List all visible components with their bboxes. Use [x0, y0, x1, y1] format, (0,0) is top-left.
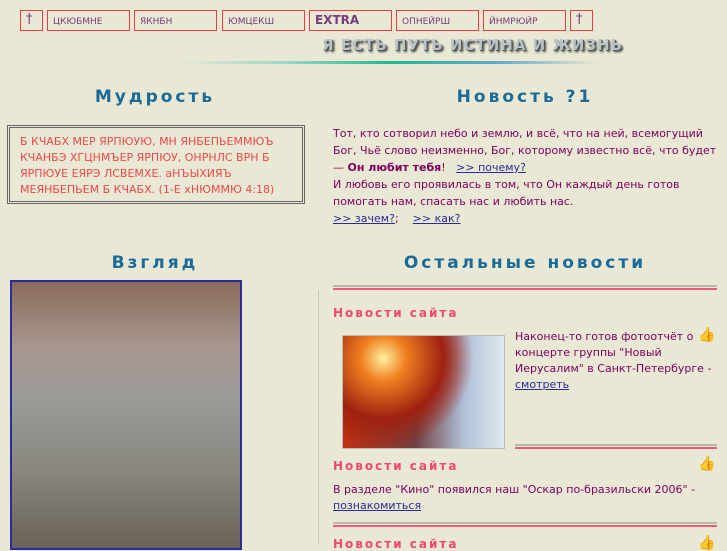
news1-bold: Он любит тебя [347, 161, 442, 174]
other-news-title: Остальные новости [403, 253, 647, 273]
news-item: В разделе "Кино" появился наш "Оскар по-… [333, 482, 717, 514]
news1-text2: И любовь его проявилась в том, что Он ка… [333, 178, 680, 208]
banner-logo: Я ЕСТЬ ПУТЬ ИСТИНА И ЖИЗНЬ [322, 36, 623, 54]
news1-body: Тот, кто сотворил небо и землю, и всё, ч… [333, 125, 723, 227]
news-item: Наконец-то готов фотоотчёт о концерте гр… [515, 329, 720, 393]
view-photo [10, 280, 242, 550]
news-heading: Новости сайта [333, 537, 459, 551]
view-title: Взгляд [111, 253, 199, 273]
thumbs-up-icon: 👍 [698, 456, 716, 472]
news1-title: Новость ?1 [456, 87, 594, 107]
nav-item-3[interactable]: ЮМЦЕКШ [222, 10, 305, 31]
nav-item-6[interactable]: ЙНМРЮЙР [483, 10, 566, 31]
how-link[interactable]: >> как? [413, 212, 461, 225]
nav-item-1[interactable]: ЦКЮБМНЕ [47, 10, 130, 31]
why-link[interactable]: >> почему? [456, 161, 526, 174]
wisdom-quote: Б КЧАБХ МЕР ЯРПЮУЮ, МН ЯНБЕПЬЕММЮЪ КЧАНБ… [7, 125, 305, 204]
nav-item-2[interactable]: ЯКНБН [134, 10, 217, 31]
thumbs-up-icon: 👍 [698, 535, 716, 551]
divider [333, 522, 717, 527]
nav-item-5[interactable]: ОПНЕЙРШ [396, 10, 479, 31]
nav-cross-right[interactable]: † [570, 10, 593, 31]
column-divider [318, 290, 319, 545]
divider [333, 285, 717, 290]
news-heading: Новости сайта [333, 306, 459, 320]
banner-divider [180, 61, 600, 64]
news1-excl: ! [441, 161, 446, 174]
concert-photo[interactable] [342, 335, 505, 449]
what-for-link[interactable]: >> зачем? [333, 212, 395, 225]
get-acquainted-link[interactable]: познакомиться [333, 499, 421, 512]
nav-cross-left[interactable]: † [20, 10, 43, 31]
news-heading: Новости сайта [333, 459, 459, 473]
separator: ; [394, 212, 399, 225]
nav-item-extra[interactable]: EXTRA [309, 10, 392, 31]
view-link[interactable]: смотреть [515, 378, 569, 391]
news-text: Наконец-то готов фотоотчёт о концерте гр… [515, 330, 712, 375]
news-text: В разделе "Кино" появился наш "Оскар по-… [333, 483, 696, 496]
wisdom-title: Мудрость [94, 87, 216, 107]
divider [515, 444, 717, 449]
